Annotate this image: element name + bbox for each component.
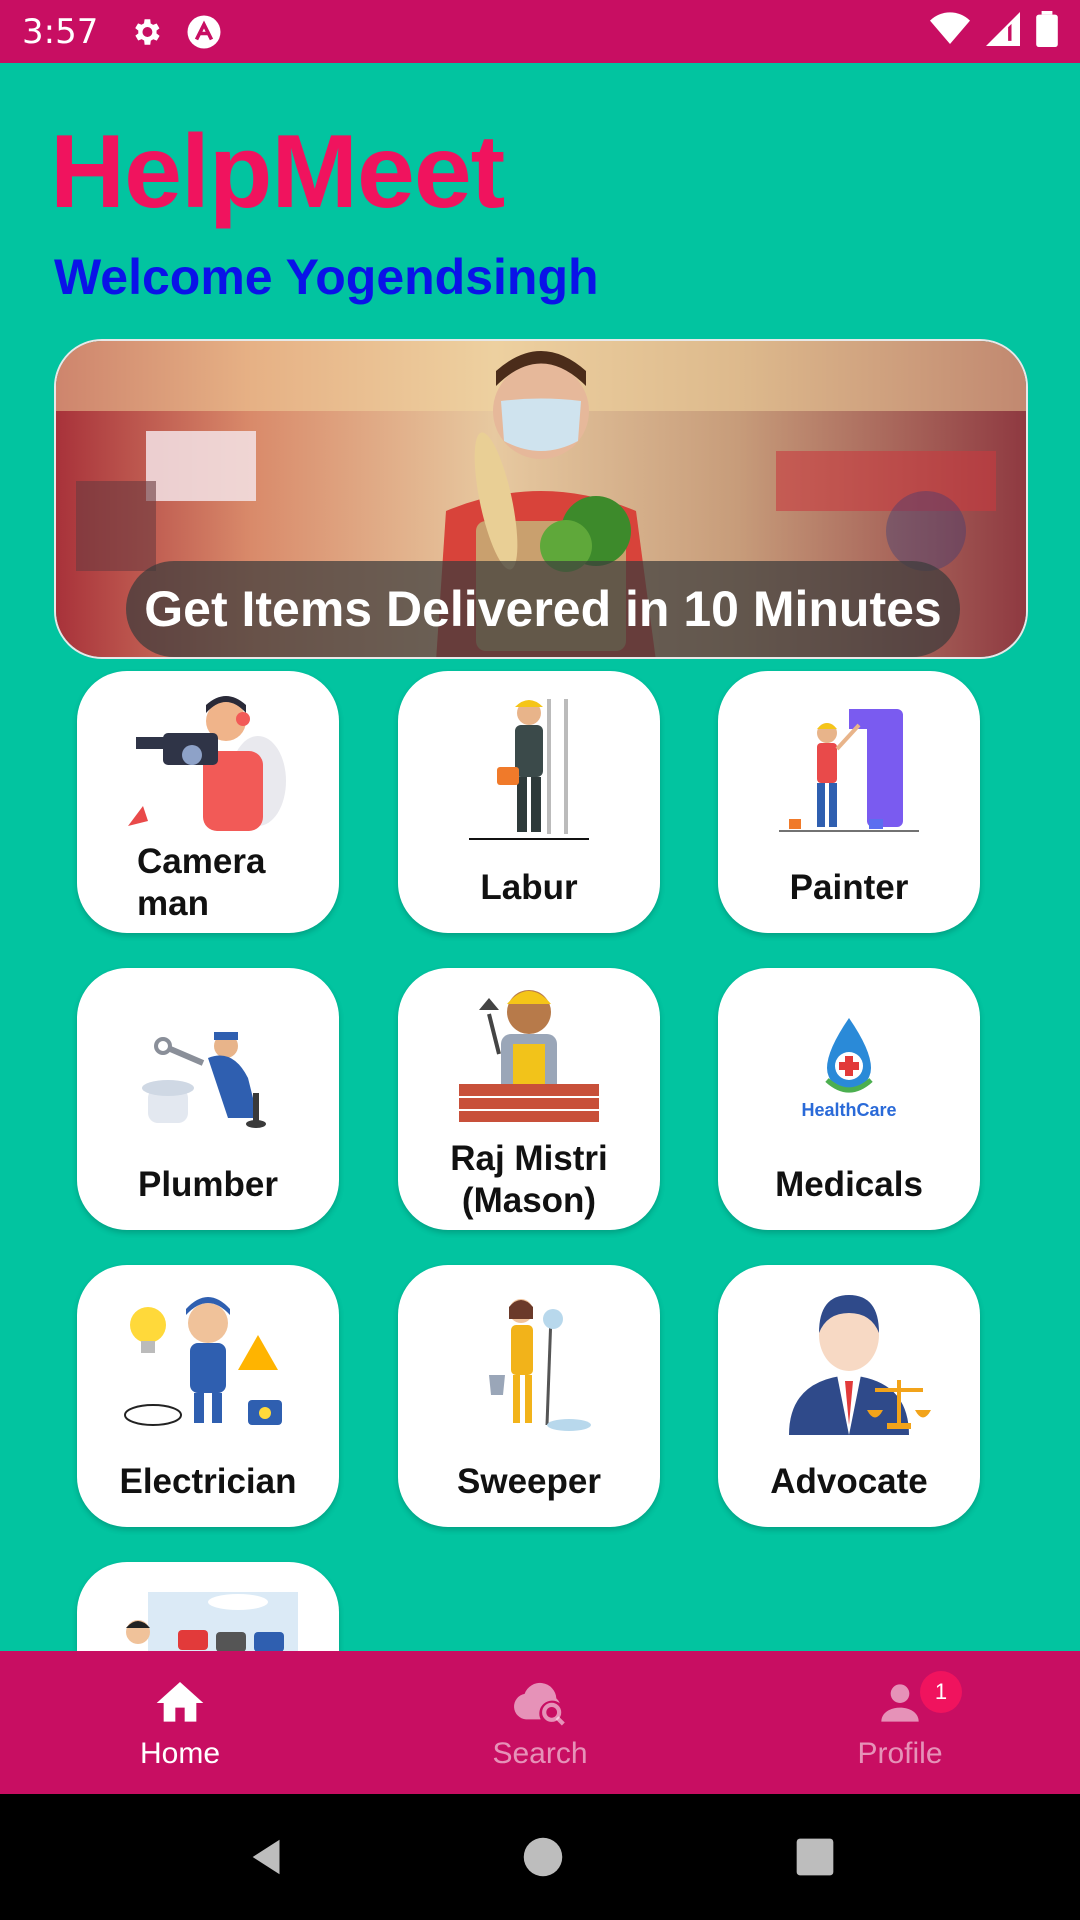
sweeper-icon: [489, 1299, 591, 1431]
service-label: Medicals: [775, 1165, 923, 1204]
status-bar: 3:57: [0, 0, 1080, 63]
service-label: Labur: [480, 868, 578, 907]
app-notification-icon: [186, 14, 222, 50]
nav-label: Home: [139, 1736, 221, 1770]
service-label: Advocate: [770, 1462, 928, 1501]
service-tile-plumber[interactable]: Plumber: [77, 968, 339, 1230]
traffic-scene-icon: [126, 1592, 298, 1651]
service-label: Camera man: [137, 842, 266, 923]
wifi-icon: [930, 12, 970, 51]
plumber-icon: [142, 1032, 266, 1128]
service-tile-painter[interactable]: Painter: [718, 671, 980, 933]
banner-caption: Get Items Delivered in 10 Minutes: [126, 561, 960, 657]
app-title: HelpMeet: [50, 114, 505, 230]
bottom-navigation: Home Search Profile 1: [0, 1651, 1080, 1794]
service-tile-medicals[interactable]: HealthCare Medicals: [718, 968, 980, 1230]
status-time: 3:57: [22, 11, 99, 52]
person-icon: [881, 1683, 919, 1722]
welcome-text: Welcome Yogendsingh: [54, 249, 599, 305]
home-icon: [156, 1681, 204, 1722]
nav-label: Profile: [857, 1736, 943, 1770]
cameraman-icon: [128, 696, 286, 831]
nav-profile[interactable]: Profile 1: [720, 1651, 1080, 1794]
service-label: Plumber: [137, 1165, 279, 1204]
nav-label: Search: [492, 1736, 588, 1770]
service-label: Painter: [789, 868, 909, 907]
nav-home[interactable]: Home: [0, 1651, 360, 1794]
cloud-search-icon: [514, 1682, 565, 1725]
back-icon[interactable]: [245, 1834, 291, 1880]
service-tile-electrician[interactable]: Electrician: [77, 1265, 339, 1527]
system-navigation-bar: [0, 1794, 1080, 1920]
healthcare-logo-icon: HealthCare: [801, 1018, 897, 1120]
service-tile-partial[interactable]: [77, 1562, 339, 1651]
service-tile-sweeper[interactable]: Sweeper: [398, 1265, 660, 1527]
advocate-icon: [789, 1295, 931, 1435]
painter-icon: [779, 709, 919, 832]
labourer-icon: [469, 699, 589, 840]
nav-search[interactable]: Search: [360, 1651, 720, 1794]
recents-icon[interactable]: [795, 1837, 835, 1877]
service-label: Raj Mistri (Mason): [450, 1139, 608, 1220]
service-tile-advocate[interactable]: Advocate: [718, 1265, 980, 1527]
mason-icon: [459, 990, 599, 1122]
settings-icon: [128, 14, 164, 50]
service-tile-mason[interactable]: Raj Mistri (Mason): [398, 968, 660, 1230]
home-circle-icon[interactable]: [522, 1836, 564, 1878]
battery-icon: [1036, 11, 1058, 52]
signal-icon: [986, 12, 1020, 51]
notification-badge: 1: [920, 1671, 962, 1713]
service-label: Electrician: [119, 1462, 297, 1501]
delivery-banner[interactable]: Get Items Delivered in 10 Minutes: [54, 339, 1028, 659]
service-tile-labour[interactable]: Labur: [398, 671, 660, 933]
svg-text:HealthCare: HealthCare: [801, 1100, 896, 1120]
service-label: Sweeper: [457, 1462, 601, 1501]
service-tile-cameraman[interactable]: Camera man: [77, 671, 339, 933]
electrician-icon: [124, 1297, 282, 1426]
